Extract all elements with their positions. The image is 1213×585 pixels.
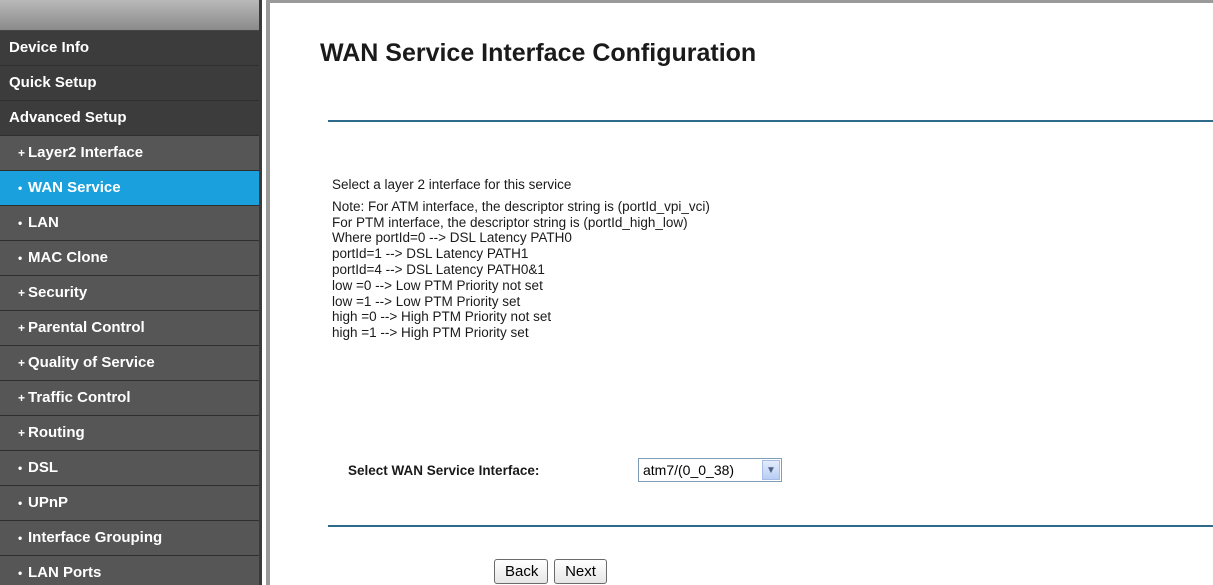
page-title: WAN Service Interface Configuration: [320, 39, 757, 67]
sidebar-item-label: Security: [28, 284, 88, 301]
note-line: high =1 --> High PTM Priority set: [332, 325, 529, 341]
sidebar-item-label: DSL: [28, 459, 58, 476]
wan-interface-row: Select WAN Service Interface: atm7/(0_0_…: [348, 458, 782, 482]
bottom-divider: [328, 525, 1213, 527]
top-divider: [328, 120, 1213, 122]
plus-icon: +: [18, 321, 26, 335]
sidebar-item-mac-clone[interactable]: • MAC Clone: [0, 241, 259, 276]
intro-text: Select a layer 2 interface for this serv…: [332, 177, 572, 192]
wan-interface-value: atm7/(0_0_38): [643, 462, 735, 478]
main-content: WAN Service Interface Configuration Sele…: [266, 0, 1213, 585]
bullet-icon: •: [18, 251, 23, 265]
bullet-icon: •: [18, 216, 23, 230]
note-line: low =0 --> Low PTM Priority not set: [332, 277, 543, 293]
sidebar-header: [0, 0, 259, 31]
sidebar-item-label: Advanced Setup: [9, 109, 127, 126]
sidebar-item-quick-setup[interactable]: Quick Setup: [0, 66, 259, 101]
sidebar-item-label: UPnP: [28, 494, 69, 511]
plus-icon: +: [18, 356, 26, 370]
plus-icon: +: [18, 146, 26, 160]
next-button[interactable]: Next: [554, 559, 607, 584]
wan-interface-select[interactable]: atm7/(0_0_38) ▼: [638, 458, 782, 482]
sidebar-item-label: WAN Service: [28, 179, 121, 196]
back-button[interactable]: Back: [494, 559, 548, 584]
bullet-icon: •: [18, 461, 23, 475]
sidebar: Device Info Quick Setup Advanced Setup + Lay…: [0, 0, 262, 585]
sidebar-item-wan-service[interactable]: • WAN Service: [0, 171, 259, 206]
sidebar-item-security[interactable]: + Security: [0, 276, 259, 311]
sidebar-item-label: Parental Control: [28, 319, 145, 336]
chevron-down-icon[interactable]: ▼: [762, 460, 780, 480]
bullet-icon: •: [18, 531, 23, 545]
sidebar-menu: Device Info Quick Setup Advanced Setup + Lay…: [0, 31, 259, 585]
sidebar-item-label: LAN: [28, 214, 59, 231]
note-line: portId=4 --> DSL Latency PATH0&1: [332, 261, 545, 277]
plus-icon: +: [18, 391, 26, 405]
note-line: low =1 --> Low PTM Priority set: [332, 293, 521, 309]
sidebar-item-label: Quick Setup: [9, 74, 97, 91]
sidebar-item-upnp[interactable]: • UPnP: [0, 486, 259, 521]
wan-interface-label: Select WAN Service Interface:: [348, 462, 540, 478]
sidebar-item-parental-control[interactable]: + Parental Control: [0, 311, 259, 346]
note-line: Note: For ATM interface, the descriptor …: [332, 198, 710, 214]
sidebar-item-label: Traffic Control: [28, 389, 131, 406]
plus-icon: +: [18, 286, 26, 300]
sidebar-item-traffic-control[interactable]: + Traffic Control: [0, 381, 259, 416]
sidebar-item-interface-grouping[interactable]: • Interface Grouping: [0, 521, 259, 556]
bullet-icon: •: [18, 181, 23, 195]
note-line: portId=1 --> DSL Latency PATH1: [332, 246, 529, 262]
action-buttons: Back Next: [494, 559, 607, 584]
plus-icon: +: [18, 426, 26, 440]
sidebar-item-lan[interactable]: • LAN: [0, 206, 259, 241]
sidebar-item-label: MAC Clone: [28, 249, 108, 266]
page: Device Info Quick Setup Advanced Setup + Lay…: [0, 0, 1213, 585]
sidebar-item-quality-of-service[interactable]: + Quality of Service: [0, 346, 259, 381]
sidebar-item-label: Routing: [28, 424, 85, 441]
sidebar-item-label: Quality of Service: [28, 354, 155, 371]
bullet-icon: •: [18, 496, 23, 510]
note-line: high =0 --> High PTM Priority not set: [332, 309, 552, 325]
sidebar-item-label: LAN Ports: [28, 564, 102, 581]
sidebar-item-layer2-interface[interactable]: + Layer2 Interface: [0, 136, 259, 171]
sidebar-item-dsl[interactable]: • DSL: [0, 451, 259, 486]
sidebar-item-advanced-setup[interactable]: Advanced Setup: [0, 101, 259, 136]
sidebar-item-label: Device Info: [9, 39, 90, 56]
sidebar-item-label: Layer2 Interface: [28, 144, 144, 161]
sidebar-item-device-info[interactable]: Device Info: [0, 31, 259, 66]
sidebar-item-lan-ports[interactable]: • LAN Ports: [0, 556, 259, 585]
notes-list: Note: For ATM interface, the descriptor …: [332, 199, 710, 341]
instructions: Select a layer 2 interface for this serv…: [332, 177, 710, 341]
sidebar-item-label: Interface Grouping: [28, 529, 163, 546]
note-line: Where portId=0 --> DSL Latency PATH0: [332, 230, 572, 246]
note-line: For PTM interface, the descriptor string…: [332, 214, 688, 230]
sidebar-item-routing[interactable]: + Routing: [0, 416, 259, 451]
bullet-icon: •: [18, 566, 23, 580]
